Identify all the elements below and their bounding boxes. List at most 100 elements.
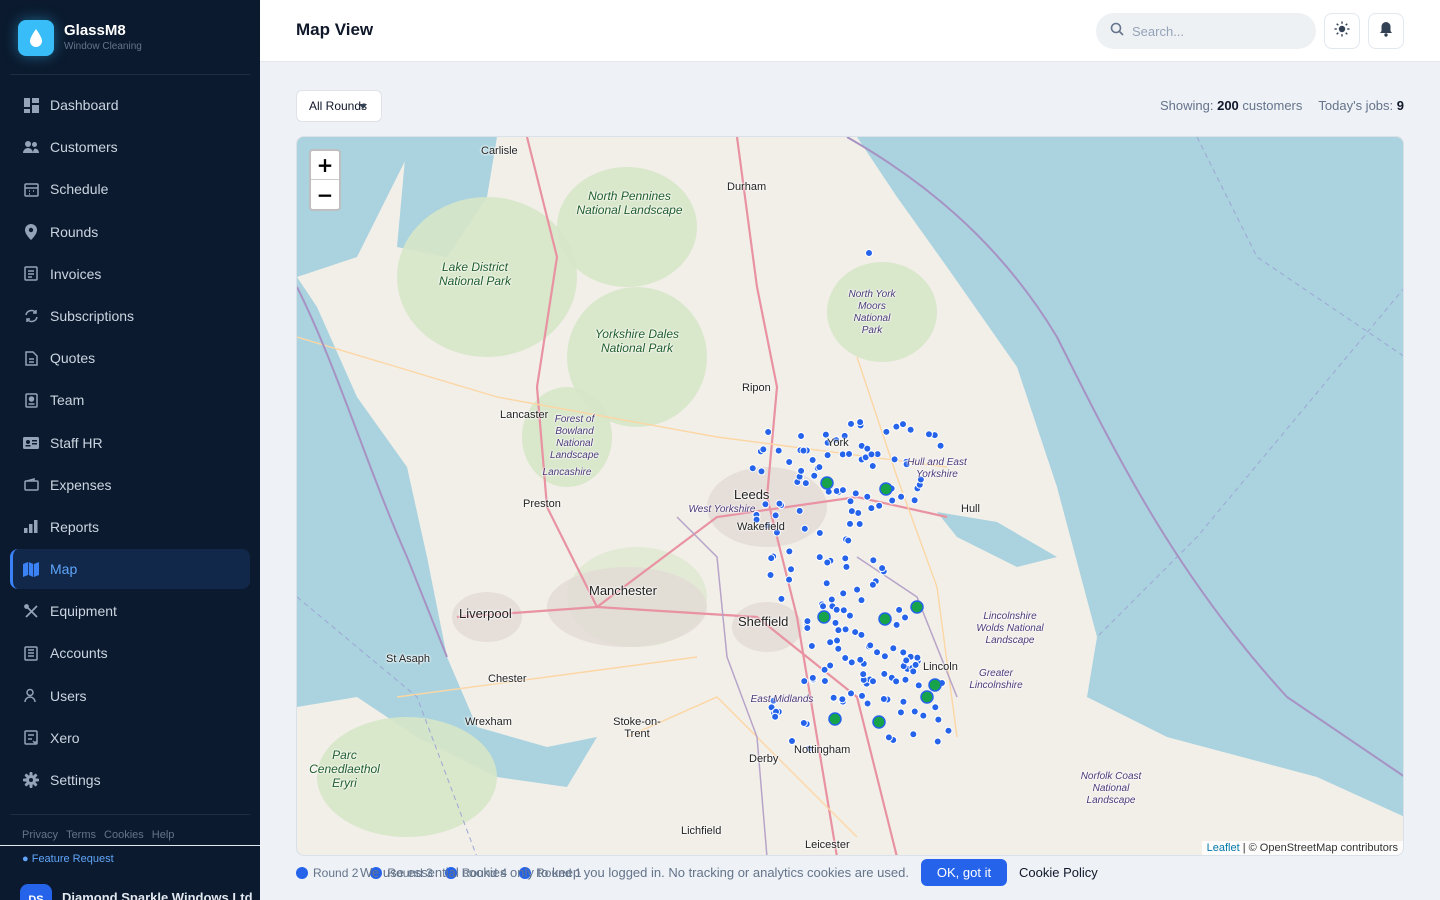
customer-marker[interactable] (933, 737, 942, 746)
customer-marker[interactable] (895, 605, 904, 614)
leaflet-link[interactable]: Leaflet (1207, 842, 1240, 854)
customer-marker[interactable] (858, 691, 867, 700)
customer-marker[interactable] (880, 669, 889, 678)
customer-marker[interactable] (757, 467, 766, 476)
customer-marker[interactable] (913, 653, 922, 662)
customer-marker[interactable] (842, 562, 851, 571)
customer-marker[interactable] (808, 673, 817, 682)
customer-marker[interactable] (800, 524, 809, 533)
sidebar-item-staff-hr[interactable]: Staff HR (10, 423, 250, 463)
brand[interactable]: GlassM8 Window Cleaning (18, 20, 142, 56)
help-link[interactable]: Help (152, 829, 175, 841)
customer-marker[interactable] (892, 677, 901, 686)
customer-marker[interactable] (834, 626, 843, 635)
customer-marker[interactable] (934, 715, 943, 724)
sidebar-item-users[interactable]: Users (10, 676, 250, 716)
customer-marker[interactable] (857, 596, 866, 605)
cookies-link[interactable]: Cookies (104, 829, 144, 841)
sidebar-item-rounds[interactable]: Rounds (10, 212, 250, 252)
customer-marker[interactable] (799, 718, 808, 727)
theme-toggle-button[interactable] (1324, 13, 1360, 49)
sidebar-item-equipment[interactable]: Equipment (10, 591, 250, 631)
sidebar-item-settings[interactable]: Settings (10, 760, 250, 800)
customer-marker[interactable] (823, 451, 832, 460)
customer-marker[interactable] (795, 506, 804, 515)
customer-marker[interactable] (759, 445, 768, 454)
customer-marker[interactable] (785, 458, 794, 467)
customer-marker[interactable] (785, 575, 794, 584)
customer-marker[interactable] (909, 730, 918, 739)
customer-marker[interactable] (807, 642, 816, 651)
customer-marker[interactable] (859, 670, 868, 679)
sidebar-item-subscriptions[interactable]: Subscriptions (10, 296, 250, 336)
customer-marker[interactable] (841, 653, 850, 662)
customer-marker[interactable] (841, 554, 850, 563)
customer-marker[interactable] (868, 461, 877, 470)
customer-marker[interactable] (845, 611, 854, 620)
customer-marker[interactable] (832, 605, 841, 614)
customer-marker[interactable] (914, 681, 923, 690)
job-marker[interactable] (928, 678, 942, 692)
customer-marker[interactable] (873, 648, 882, 657)
customer-marker[interactable] (863, 699, 872, 708)
customer-marker[interactable] (910, 496, 919, 505)
customer-marker[interactable] (868, 580, 877, 589)
customer-marker[interactable] (810, 471, 819, 480)
job-marker[interactable] (910, 600, 924, 614)
company-switcher[interactable]: DS Diamond Sparkle Windows Ltd (20, 884, 253, 900)
customer-marker[interactable] (875, 501, 884, 510)
customer-marker[interactable] (924, 430, 933, 439)
customer-marker[interactable] (808, 456, 817, 465)
customer-marker[interactable] (857, 630, 866, 639)
customer-marker[interactable] (882, 427, 891, 436)
customer-marker[interactable] (766, 571, 775, 580)
notifications-button[interactable] (1368, 13, 1404, 49)
customer-marker[interactable] (826, 638, 835, 647)
customer-marker[interactable] (846, 689, 855, 698)
customer-marker[interactable] (838, 486, 847, 495)
customer-marker[interactable] (847, 658, 856, 667)
customer-marker[interactable] (853, 585, 862, 594)
customer-marker[interactable] (764, 428, 773, 437)
customer-marker[interactable] (851, 489, 860, 498)
customer-marker[interactable] (774, 446, 783, 455)
sidebar-item-reports[interactable]: Reports (10, 507, 250, 547)
customer-marker[interactable] (899, 648, 908, 657)
customer-marker[interactable] (767, 554, 776, 563)
customer-marker[interactable] (831, 618, 840, 627)
job-marker[interactable] (828, 712, 842, 726)
accept-cookies-button[interactable]: OK, got it (921, 859, 1007, 886)
search-box[interactable] (1096, 13, 1316, 49)
customer-marker[interactable] (901, 675, 910, 684)
customer-marker[interactable] (771, 511, 780, 520)
customer-marker[interactable] (889, 644, 898, 653)
customer-marker[interactable] (884, 733, 893, 742)
customer-marker[interactable] (799, 446, 808, 455)
customer-marker[interactable] (839, 606, 848, 615)
customer-marker[interactable] (936, 441, 945, 450)
customer-marker[interactable] (815, 553, 824, 562)
sidebar-item-invoices[interactable]: Invoices (10, 254, 250, 294)
customer-marker[interactable] (847, 507, 856, 516)
customer-marker[interactable] (896, 708, 905, 717)
customer-marker[interactable] (822, 579, 831, 588)
sidebar-item-dashboard[interactable]: Dashboard (10, 85, 250, 125)
privacy-link[interactable]: Privacy (22, 829, 58, 841)
customer-marker[interactable] (820, 676, 829, 685)
customer-marker[interactable] (906, 425, 915, 434)
customer-marker[interactable] (801, 479, 810, 488)
customer-marker[interactable] (826, 661, 835, 670)
customer-marker[interactable] (803, 617, 812, 626)
customer-marker[interactable] (846, 519, 855, 528)
customer-marker[interactable] (866, 641, 875, 650)
zoom-out-button[interactable]: − (311, 180, 339, 209)
sidebar-item-customers[interactable]: Customers (10, 127, 250, 167)
customer-marker[interactable] (748, 464, 757, 473)
customer-marker[interactable] (803, 624, 812, 633)
feature-request-link[interactable]: ● Feature Request (0, 845, 260, 865)
customer-marker[interactable] (856, 655, 865, 664)
customer-marker[interactable] (910, 707, 919, 716)
customer-marker[interactable] (856, 418, 865, 427)
customer-marker[interactable] (844, 536, 853, 545)
customer-marker[interactable] (834, 644, 843, 653)
